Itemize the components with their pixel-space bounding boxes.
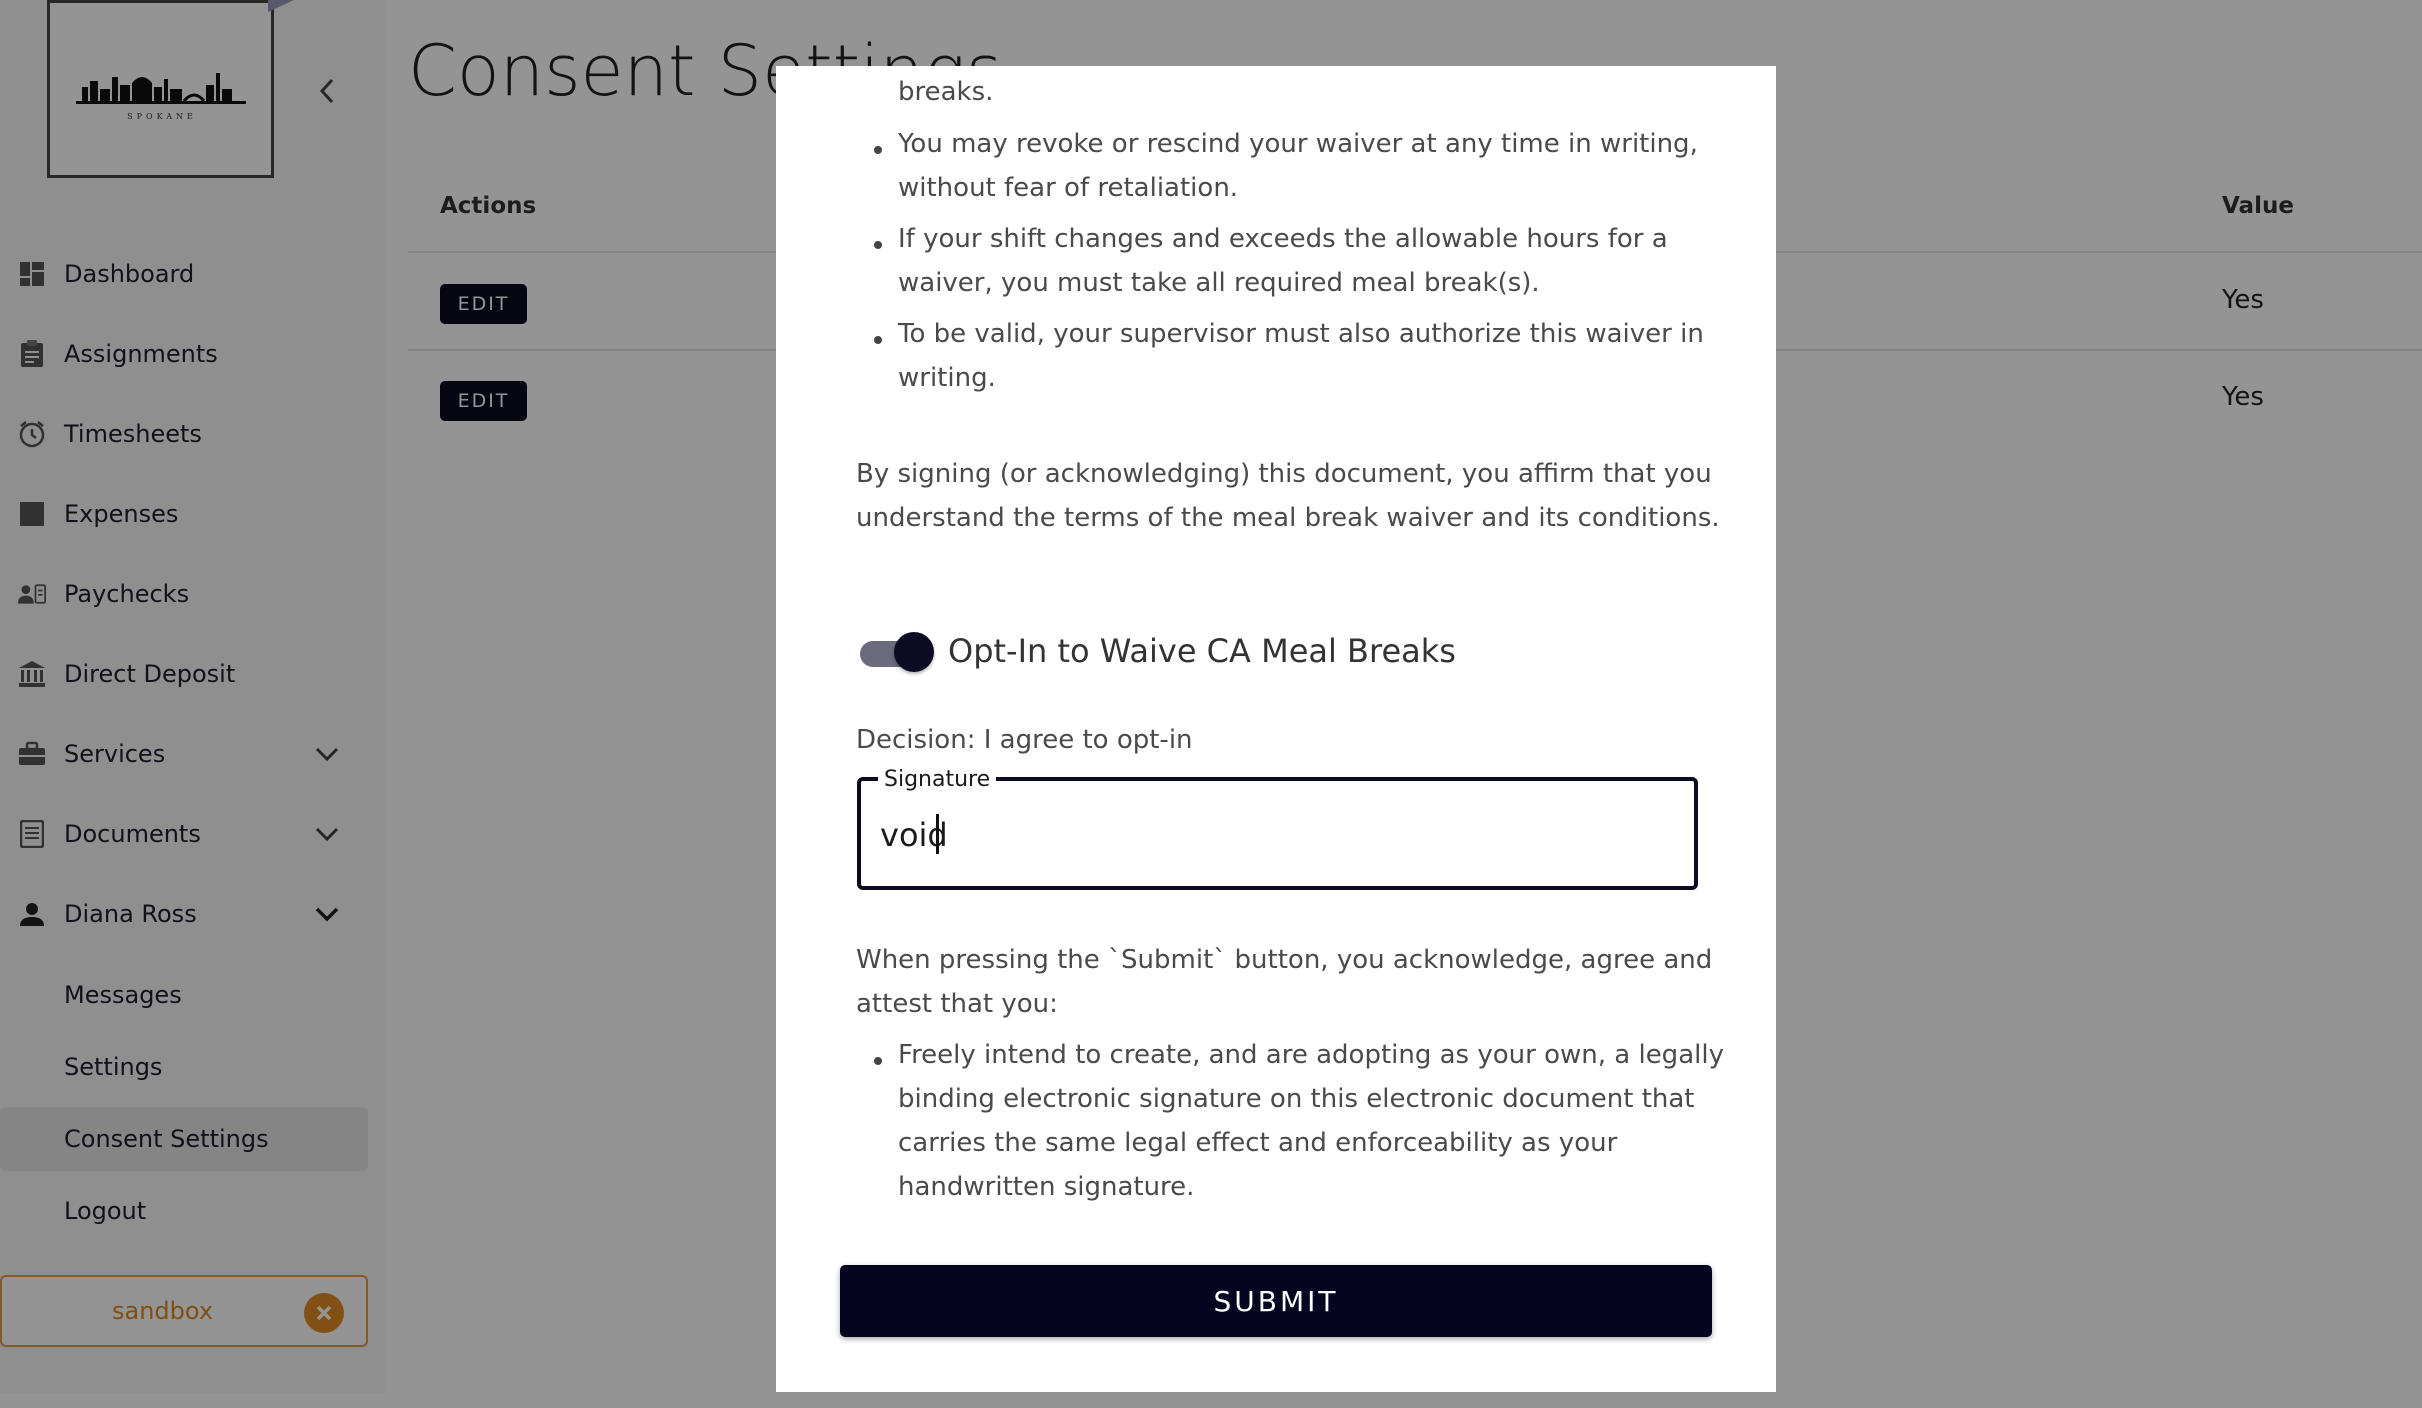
submit-button[interactable]: SUBMIT	[840, 1265, 1712, 1337]
waiver-text-fragment: breaks.	[898, 77, 994, 107]
text-caret	[936, 814, 939, 854]
attest-bullet-text: handwritten signature.	[898, 1172, 1195, 1202]
attest-text: When pressing the `Submit` button, you a…	[856, 945, 1713, 975]
decision-text: Decision: I agree to opt-in	[856, 725, 1193, 755]
bullet-dot	[874, 146, 882, 154]
bullet-dot	[874, 241, 882, 249]
bullet-dot	[874, 1057, 882, 1065]
signature-label: Signature	[878, 767, 997, 792]
waiver-bullet-text: You may revoke or rescind your waiver at…	[898, 129, 1698, 159]
affirm-text: By signing (or acknowledging) this docum…	[856, 459, 1712, 489]
attest-bullet-text: Freely intend to create, and are adoptin…	[898, 1040, 1724, 1070]
affirm-text: understand the terms of the meal break w…	[856, 503, 1720, 533]
toggle-knob	[894, 632, 934, 672]
attest-text: attest that you:	[856, 989, 1058, 1019]
waiver-bullet-text: To be valid, your supervisor must also a…	[898, 319, 1704, 349]
bullet-dot	[874, 336, 882, 344]
attest-bullet-text: binding electronic signature on this ele…	[898, 1084, 1695, 1114]
waiver-bullet-text: without fear of retaliation.	[898, 173, 1239, 203]
waiver-bullet-text: writing.	[898, 363, 996, 393]
signature-input[interactable]	[880, 816, 1680, 854]
opt-in-toggle-label[interactable]: Opt-In to Waive CA Meal Breaks	[948, 632, 1456, 670]
waiver-bullet-text: If your shift changes and exceeds the al…	[898, 224, 1668, 254]
opt-in-toggle[interactable]	[858, 630, 936, 674]
attest-bullet-text: carries the same legal effect and enforc…	[898, 1128, 1618, 1158]
meal-waiver-modal: breaks. You may revoke or rescind your w…	[776, 66, 1776, 1392]
waiver-bullet-text: waiver, you must take all required meal …	[898, 268, 1540, 298]
